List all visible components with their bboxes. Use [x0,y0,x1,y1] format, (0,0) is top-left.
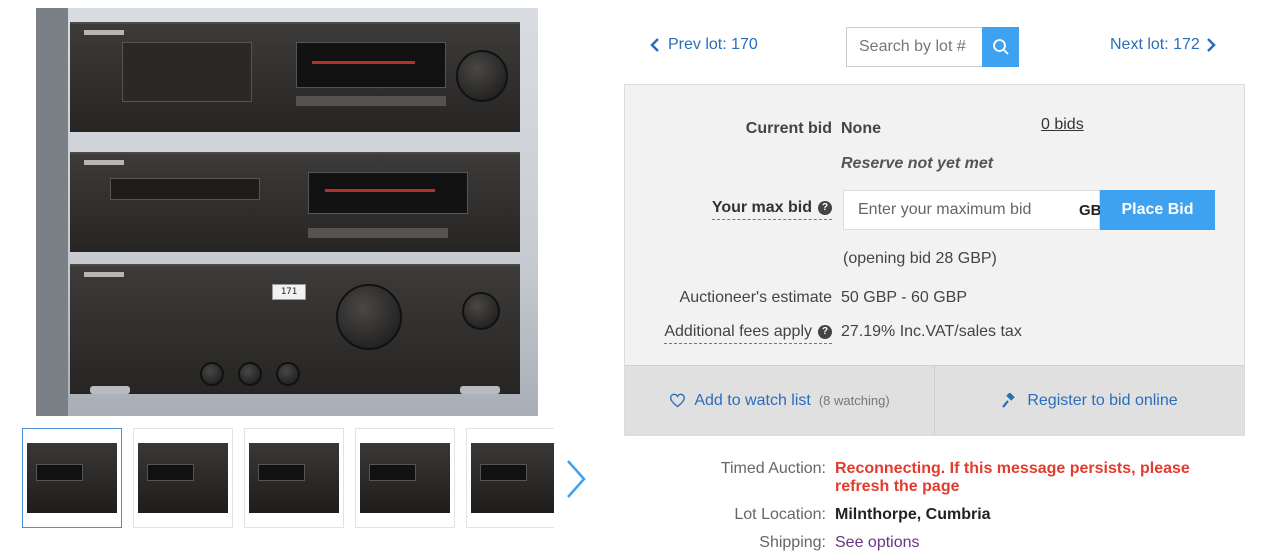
thumbnail-image [249,443,339,513]
estimate-value: 50 GBP - 60 GBP [841,289,967,306]
thumbnail-5[interactable] [466,428,554,528]
photo-brand-plate [84,272,124,277]
current-bid-label: Current bid [745,120,832,137]
max-bid-label[interactable]: Your max bid ? [711,199,832,220]
estimate-label: Auctioneer's estimate [679,289,832,306]
thumbnail-image [360,443,450,513]
prev-lot-link[interactable]: Prev lot: 170 [650,36,758,54]
lot-location-label: Lot Location: [734,506,826,523]
photo-brand-plate [84,30,124,35]
photo-cd-player [70,152,520,252]
photo-brand-plate [84,160,124,165]
shipping-options-link[interactable]: See options [835,534,920,552]
thumbnail-1[interactable] [22,428,122,528]
photo-cassette-deck [70,22,520,132]
prev-lot-label: Prev lot: 170 [668,36,758,53]
search-icon [992,39,1009,55]
photo-amp-volume-knob [336,284,402,350]
thumbnail-strip [22,428,554,528]
photo-volume-knob [456,50,508,102]
photo-cassette-door [122,42,252,102]
question-icon: ? [818,201,832,215]
photo-button-row [296,96,446,106]
photo-tone-knob [276,362,300,386]
chevron-right-icon [1206,38,1216,52]
place-bid-button[interactable]: Place Bid [1100,190,1215,230]
photo-foot [90,386,130,394]
photo-cd-tray [110,178,260,200]
watching-count: (8 watching) [818,393,890,408]
photo-lot-tag: 171 [272,284,306,300]
connection-status-message: Reconnecting. If this message persists, … [835,460,1190,495]
photo-foot [460,386,500,394]
hifi-stack-image: 171 [70,22,520,402]
main-lot-photo[interactable]: 171 [36,8,538,416]
heart-icon [670,393,686,408]
next-lot-label: Next lot: 172 [1110,36,1200,53]
thumbnail-4[interactable] [355,428,455,528]
photo-tone-knob [238,362,262,386]
timed-auction-label: Timed Auction: [720,460,826,477]
bid-panel-footer: Add to watch list (8 watching) Register … [625,365,1244,435]
lot-search-button[interactable] [982,27,1019,67]
opening-bid-text: (opening bid 28 GBP) [843,250,997,267]
next-lot-link[interactable]: Next lot: 172 [1110,36,1216,54]
register-to-bid-button[interactable]: Register to bid online [935,366,1244,435]
max-bid-input[interactable] [844,191,1079,229]
photo-cd-buttons [308,228,448,238]
lot-search-input[interactable] [846,27,982,67]
add-to-watch-list-button[interactable]: Add to watch list (8 watching) [625,366,935,435]
additional-fees-label[interactable]: Additional fees apply ? [664,323,832,344]
current-bid-value: None [841,120,881,137]
fees-label-text: Additional fees apply [664,323,812,340]
thumbnail-3[interactable] [244,428,344,528]
thumbnail-image [471,443,554,513]
thumbnail-2[interactable] [133,428,233,528]
lot-location-value: Milnthorpe, Cumbria [835,506,991,523]
bids-count-link[interactable]: 0 bids [1041,116,1084,134]
photo-tape-display [296,42,446,88]
thumbnail-image [27,443,117,513]
register-label: Register to bid online [1027,391,1178,409]
gallery-next-arrow-icon[interactable] [560,455,590,503]
bid-panel: Current bid None 0 bids Reserve not yet … [624,84,1245,436]
shipping-label: Shipping: [759,534,826,551]
gavel-icon [1002,392,1016,408]
photo-background-wall [36,8,68,416]
max-bid-field: GBP [843,190,1112,230]
thumbnail-image [138,443,228,513]
max-bid-label-text: Your max bid [711,199,812,216]
photo-selector-knob [462,292,500,330]
question-icon: ? [818,325,832,339]
photo-tone-knob [200,362,224,386]
reserve-status: Reserve not yet met [841,155,994,172]
chevron-left-icon [650,38,659,52]
fees-value: 27.19% Inc.VAT/sales tax [841,323,1022,340]
watch-list-label: Add to watch list [694,391,811,409]
photo-cd-display [308,172,468,214]
